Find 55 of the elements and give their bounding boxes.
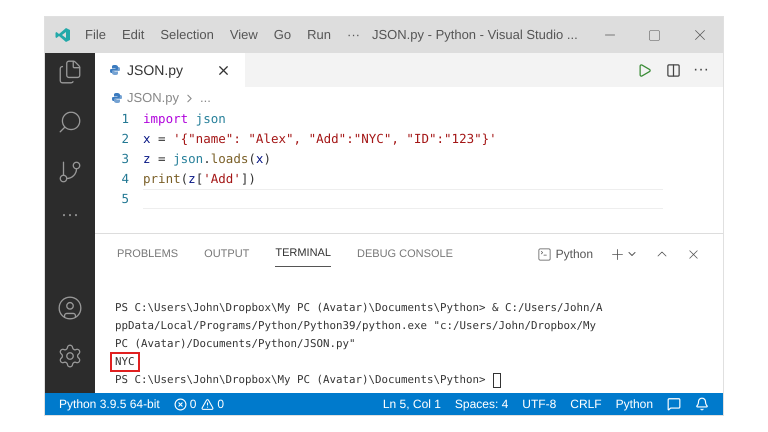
account-icon[interactable] (57, 295, 83, 321)
code-line: x = '{"name": "Alex", "Add":"NYC", "ID":"123"}' (143, 130, 498, 148)
line-number: 5 (120, 190, 130, 208)
more-views[interactable]: ··· (61, 205, 79, 223)
maximize-icon[interactable] (648, 28, 661, 42)
python-file-icon (109, 64, 121, 76)
code-line: print(z['Add']) (143, 170, 257, 188)
language-mode[interactable]: Python (616, 395, 653, 413)
line-number: 4 (120, 170, 130, 188)
menu-item[interactable]: Edit (122, 25, 144, 45)
terminal-line: PS C:\Users\John\Dropbox\My PC (Avatar)\Documents\Python> & C:/Users/John/A (115, 300, 603, 316)
notification-icon[interactable] (695, 397, 709, 411)
cursor-position[interactable]: Ln 5, Col 1 (382, 395, 441, 413)
error-count[interactable]: 0 (190, 395, 196, 413)
line-ending[interactable]: CRLF (570, 395, 602, 413)
python-file-icon (111, 92, 123, 104)
menu-overflow[interactable]: ··· (347, 25, 360, 45)
window-title: JSON.py - Python - Visual Studio ... (372, 26, 578, 44)
shell-name[interactable]: Python (556, 245, 593, 263)
line-number: 3 (120, 150, 130, 168)
run-icon[interactable] (637, 62, 652, 78)
app-logo-icon (55, 27, 71, 43)
menu-item[interactable]: Run (307, 25, 331, 45)
menu-item[interactable]: File (85, 25, 106, 45)
menu-item[interactable]: Go (274, 25, 292, 45)
terminal-line: ppData/Local/Programs/Python/Python39/python.exe "c:/Users/John/Dropbox/My (115, 318, 596, 334)
settings-icon[interactable] (57, 343, 83, 369)
search-icon[interactable] (57, 109, 83, 135)
line-number: 1 (120, 110, 130, 128)
panel-tab[interactable]: TERMINAL (275, 241, 331, 267)
panel-tab[interactable]: PROBLEMS (117, 242, 178, 266)
interpreter-status[interactable]: Python 3.9.5 64-bit (59, 395, 160, 413)
line-number: 2 (120, 130, 130, 148)
terminal-line: PS C:\Users\John\Dropbox\My PC (Avatar)\Documents\Python> (115, 372, 486, 388)
editor-tab[interactable]: JSON.py (95, 53, 245, 87)
error-icon[interactable] (174, 398, 187, 410)
code-line: import json (143, 110, 227, 128)
files-icon[interactable] (57, 59, 83, 85)
menu-item[interactable]: Selection (160, 25, 214, 45)
branch-icon[interactable] (57, 159, 83, 185)
editor-more-actions[interactable]: ··· (693, 58, 709, 82)
warning-count[interactable]: 0 (217, 395, 224, 413)
terminal-icon[interactable] (536, 246, 552, 262)
code-line: z = json.loads(x) (143, 150, 272, 168)
warning-icon[interactable] (201, 398, 214, 410)
menu-item[interactable]: View (230, 25, 258, 45)
indent-setting[interactable]: Spaces: 4 (454, 395, 508, 413)
panel-tab[interactable]: OUTPUT (204, 242, 250, 266)
feedback-icon[interactable] (667, 397, 681, 411)
split-editor-icon[interactable] (666, 62, 682, 78)
terminal-line: PC (Avatar)/Documents/Python/JSON.py" (115, 336, 356, 352)
breadcrumb-more[interactable]: ... (200, 88, 211, 108)
encoding[interactable]: UTF-8 (522, 395, 556, 413)
panel-tab[interactable]: DEBUG CONSOLE (357, 242, 453, 266)
breadcrumb-file[interactable]: JSON.py (127, 88, 180, 108)
